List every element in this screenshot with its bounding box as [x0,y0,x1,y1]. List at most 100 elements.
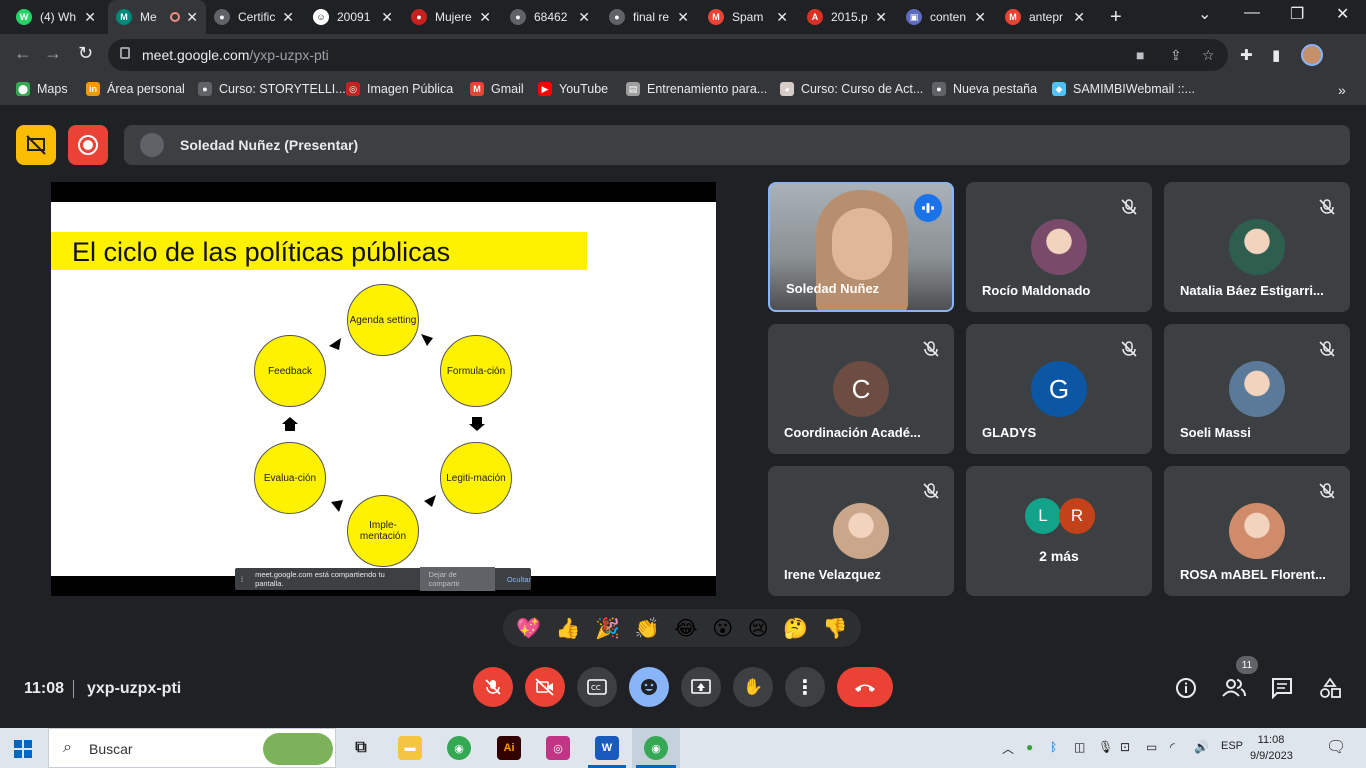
close-tab-icon[interactable]: ✕ [282,9,294,26]
volume-icon[interactable]: 🔊 [1194,740,1209,754]
browser-tab[interactable]: Mantepr ✕ [997,0,1093,34]
drag-handle-icon[interactable]: ⁞ [241,575,243,584]
raise-hand-button[interactable]: ✋ [733,667,773,707]
reaction-emoji[interactable]: 😂 [674,616,697,641]
mic-toggle-button[interactable] [473,667,513,707]
participant-tile[interactable]: G GLADYS [966,324,1152,454]
reaction-emoji[interactable]: 😢 [748,616,769,641]
camera-icon[interactable]: ■ [1136,47,1144,63]
tray-app-icon[interactable]: ● [1026,740,1033,754]
bookmark-item[interactable]: ◎ Imagen Pública [346,82,453,96]
reaction-emoji[interactable]: 💖 [516,616,541,641]
microphone-icon[interactable]: 🎙 [1098,740,1113,754]
present-screen-button[interactable] [681,667,721,707]
close-tab-icon[interactable]: ✕ [479,9,491,26]
close-tab-icon[interactable]: ✕ [84,9,96,26]
bluetooth-icon[interactable]: ᛒ [1050,740,1057,754]
back-button[interactable]: ← [14,43,32,64]
bookmark-item[interactable]: M Gmail [470,82,524,96]
participant-tile[interactable]: Soeli Massi [1164,324,1350,454]
close-window-button[interactable]: ✕ [1336,4,1349,24]
close-tab-icon[interactable]: ✕ [186,9,198,26]
camera-tray-icon[interactable]: ◫ [1074,740,1085,754]
close-tab-icon[interactable]: ✕ [974,9,986,26]
people-button[interactable] [1221,675,1247,701]
close-tab-icon[interactable]: ✕ [1073,9,1085,26]
browser-tab[interactable]: W (4) Wh ✕ [8,0,104,34]
participant-tile[interactable]: C Coordinación Acadé... [768,324,954,454]
participant-tile[interactable]: ROSA mABEL Florent... [1164,466,1350,596]
reaction-emoji[interactable]: 👍 [556,616,581,641]
instagram-icon[interactable]: ◎ [546,736,570,760]
hide-notice-button[interactable]: Ocultar [507,575,531,584]
captions-button[interactable]: CC [577,667,617,707]
browser-tab[interactable]: ☺ 20091 ✕ [305,0,401,34]
close-tab-icon[interactable]: ✕ [677,9,689,26]
profile-avatar[interactable] [1301,44,1323,66]
share-icon[interactable]: ⇪ [1170,47,1182,64]
chrome-icon[interactable]: ◉ [447,736,471,760]
bookmark-star-icon[interactable]: ☆ [1202,47,1215,64]
forward-button[interactable]: → [44,43,62,64]
new-tab-button[interactable]: + [1110,6,1122,29]
record-button[interactable] [68,125,108,165]
browser-tab[interactable]: ● Certific ✕ [206,0,302,34]
bookmark-item[interactable]: ◕ Curso: Curso de Act... [780,82,923,96]
extensions-icon[interactable]: ✚ [1240,46,1253,64]
reaction-emoji[interactable]: 👎 [823,616,848,641]
network-share-icon[interactable]: ⊡ [1120,740,1130,754]
file-explorer-icon[interactable]: ▬ [398,736,422,760]
notifications-icon[interactable]: 🗨 [1326,737,1346,757]
taskbar-search[interactable]: ⌕ Buscar [48,728,336,768]
address-bar[interactable]: meet.google.com/yxp-uzpx-pti ■ ⇪ ☆ [108,39,1228,71]
browser-tab[interactable]: ● 68462 ✕ [502,0,598,34]
illustrator-icon[interactable]: Ai [497,736,521,760]
bookmark-item[interactable]: ● Curso: STORYTELLI... [198,82,346,96]
browser-tab[interactable]: M Spam ✕ [700,0,796,34]
stop-sharing-button[interactable]: Dejar de compartir [420,567,495,591]
presentation-toggle-button[interactable] [16,125,56,165]
camera-toggle-button[interactable] [525,667,565,707]
bookmark-item[interactable]: ▤ Entrenamiento para... [626,82,767,96]
taskbar-clock[interactable]: 11:08 9/9/2023 [1250,732,1293,764]
close-tab-icon[interactable]: ✕ [578,9,590,26]
maximize-button[interactable]: ❐ [1290,4,1304,24]
close-tab-icon[interactable]: ✕ [776,9,788,26]
bookmarks-overflow-icon[interactable]: » [1338,82,1346,98]
bookmark-item[interactable]: ◆ SAMIMBIWebmail ::... [1052,82,1195,96]
browser-tab[interactable]: ▣ conten ✕ [898,0,994,34]
minimize-button[interactable]: — [1244,4,1260,22]
bookmark-item[interactable]: ⬤ Maps [16,82,68,96]
browser-tab[interactable]: ● Mujere ✕ [403,0,499,34]
activities-button[interactable] [1317,675,1343,701]
bookmark-item[interactable]: ▶ YouTube [538,82,608,96]
show-hidden-icons[interactable]: ︿ [1002,740,1014,757]
side-panel-icon[interactable]: ▮ [1272,46,1280,64]
bookmark-item[interactable]: in Área personal [86,82,185,96]
chat-button[interactable] [1269,675,1295,701]
wifi-icon[interactable]: ◜ [1170,740,1175,754]
reaction-emoji[interactable]: 👏 [635,616,660,641]
language-indicator[interactable]: ESP [1221,740,1243,752]
chrome-meet-taskbar-button[interactable]: ◉ [632,728,680,768]
more-options-button[interactable]: ⋮ [785,667,825,707]
browser-tab[interactable]: M Me ✕ [108,0,206,34]
browser-tab[interactable]: ● final re ✕ [601,0,697,34]
participant-tile[interactable]: LR 2 más [966,466,1152,596]
close-tab-icon[interactable]: ✕ [381,9,393,26]
reaction-emoji[interactable]: 🤔 [783,616,808,641]
close-tab-icon[interactable]: ✕ [875,9,887,26]
participant-tile[interactable]: Rocío Maldonado [966,182,1152,312]
participant-tile[interactable]: Irene Velazquez [768,466,954,596]
battery-icon[interactable]: ▭ [1146,740,1157,754]
tab-search-icon[interactable]: ⌄ [1198,4,1211,24]
browser-tab[interactable]: A 2015.p ✕ [799,0,895,34]
participant-tile[interactable]: Soledad Nuñez [768,182,954,312]
reaction-emoji[interactable]: 😮 [712,616,733,641]
leave-call-button[interactable] [837,667,893,707]
reload-button[interactable]: ↻ [78,43,93,64]
reactions-button[interactable] [629,667,669,707]
task-view-icon[interactable]: ⧉ [349,736,373,760]
meeting-details-button[interactable] [1173,675,1199,701]
word-icon[interactable]: W [595,736,619,760]
